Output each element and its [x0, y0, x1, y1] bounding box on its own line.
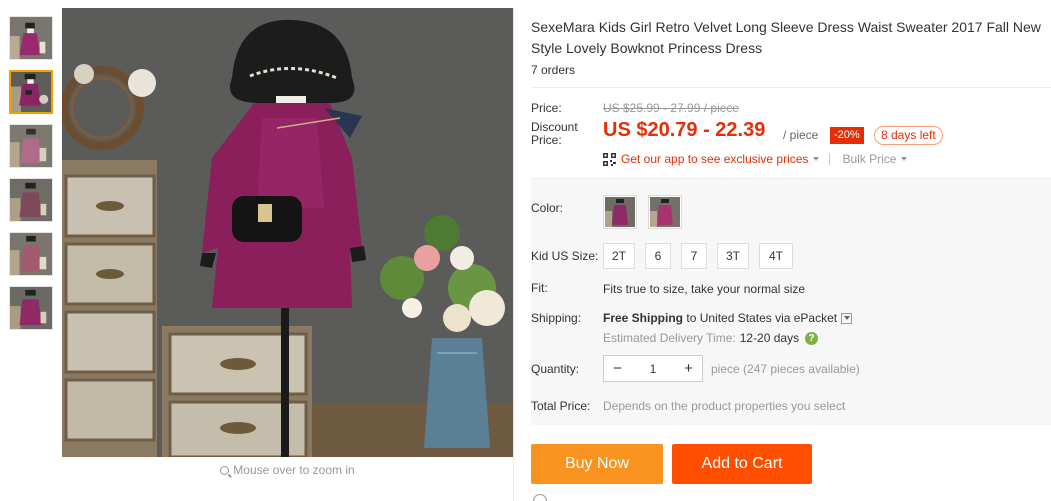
add-to-cart-button[interactable]: Add to Cart — [672, 444, 812, 484]
quantity-label: Quantity: — [531, 362, 580, 376]
quantity-input[interactable]: 1 — [631, 362, 675, 376]
size-label: Kid US Size: — [531, 249, 599, 263]
thumbnail-4[interactable] — [9, 178, 53, 222]
discount-badge: -20% — [830, 127, 864, 144]
quantity-available: piece (247 pieces available) — [711, 362, 860, 376]
bottom-actions — [531, 494, 1051, 501]
price-label: Price: — [531, 101, 562, 115]
zoom-hint-text: Mouse over to zoom in — [233, 463, 355, 477]
wishlist-heart-icon[interactable] — [533, 494, 547, 501]
days-left-badge: 8 days left — [874, 126, 943, 145]
separator — [829, 153, 831, 165]
thumbnail-6[interactable] — [9, 286, 53, 330]
bulk-price-link[interactable]: Bulk Price — [842, 152, 896, 166]
magnifier-icon — [220, 466, 230, 475]
size-option-4t[interactable]: 4T — [759, 243, 793, 269]
quantity-increase-button[interactable]: + — [675, 356, 702, 381]
delivery-days: 12-20 days — [739, 331, 800, 345]
size-option-7[interactable]: 7 — [681, 243, 707, 269]
chevron-down-icon[interactable] — [901, 157, 908, 161]
total-price-value: Depends on the product properties you se… — [603, 399, 846, 413]
help-icon[interactable]: ? — [805, 331, 819, 345]
color-label: Color: — [531, 201, 564, 215]
divider — [531, 178, 1051, 179]
zoom-hint: Mouse over to zoom in — [62, 463, 513, 477]
divider — [531, 87, 1051, 88]
app-promo-row: Get our app to see exclusive prices Bulk… — [603, 152, 908, 166]
size-option-6[interactable]: 6 — [645, 243, 671, 269]
quantity-stepper: − 1 + — [603, 355, 703, 382]
sale-price: US $20.79 - 22.39 — [603, 119, 766, 141]
quantity-decrease-button[interactable]: − — [604, 356, 631, 381]
color-option-1[interactable] — [603, 195, 637, 229]
product-page: Mouse over to zoom in SexeMara Kids Girl… — [0, 0, 1051, 501]
buy-now-button[interactable]: Buy Now — [531, 444, 663, 484]
thumbnail-5[interactable] — [9, 232, 53, 276]
shipping-dropdown-icon[interactable] — [841, 312, 853, 324]
chevron-down-icon[interactable] — [813, 157, 820, 161]
free-shipping-text: Free Shipping — [603, 311, 684, 325]
size-option-3t[interactable]: 3T — [717, 243, 749, 269]
order-count[interactable]: 7 orders — [531, 63, 575, 77]
fit-value: Fits true to size, take your normal size — [603, 282, 806, 296]
main-product-image[interactable] — [62, 8, 513, 457]
thumbnail-1[interactable] — [9, 16, 53, 60]
vertical-divider — [513, 8, 514, 501]
size-option-2t[interactable]: 2T — [603, 243, 635, 269]
thumbnail-2-selected[interactable] — [9, 70, 53, 114]
shipping-label: Shipping: — [531, 311, 582, 325]
shipping-method[interactable]: Free Shipping to United States via ePack… — [603, 311, 853, 325]
thumbnail-3[interactable] — [9, 124, 53, 168]
discount-price-label: Discount Price: — [531, 120, 578, 147]
delivery-estimate-label: Estimated Delivery Time: — [603, 331, 736, 345]
fit-label: Fit: — [531, 281, 548, 295]
original-price: US $25.99 - 27.99 / piece — [603, 101, 740, 115]
product-photo — [62, 8, 513, 457]
shipping-destination: to United States via ePacket — [686, 311, 838, 325]
total-price-label: Total Price: — [531, 399, 591, 413]
product-title: SexeMara Kids Girl Retro Velvet Long Sle… — [531, 19, 1041, 56]
thumbnail-list — [9, 16, 55, 340]
app-exclusive-prices-link[interactable]: Get our app to see exclusive prices — [621, 152, 808, 166]
price-unit: / piece — [783, 128, 819, 142]
color-option-2[interactable] — [648, 195, 682, 229]
qr-code-icon — [603, 152, 616, 166]
delivery-estimate: Estimated Delivery Time: 12-20 days ? — [603, 331, 819, 345]
